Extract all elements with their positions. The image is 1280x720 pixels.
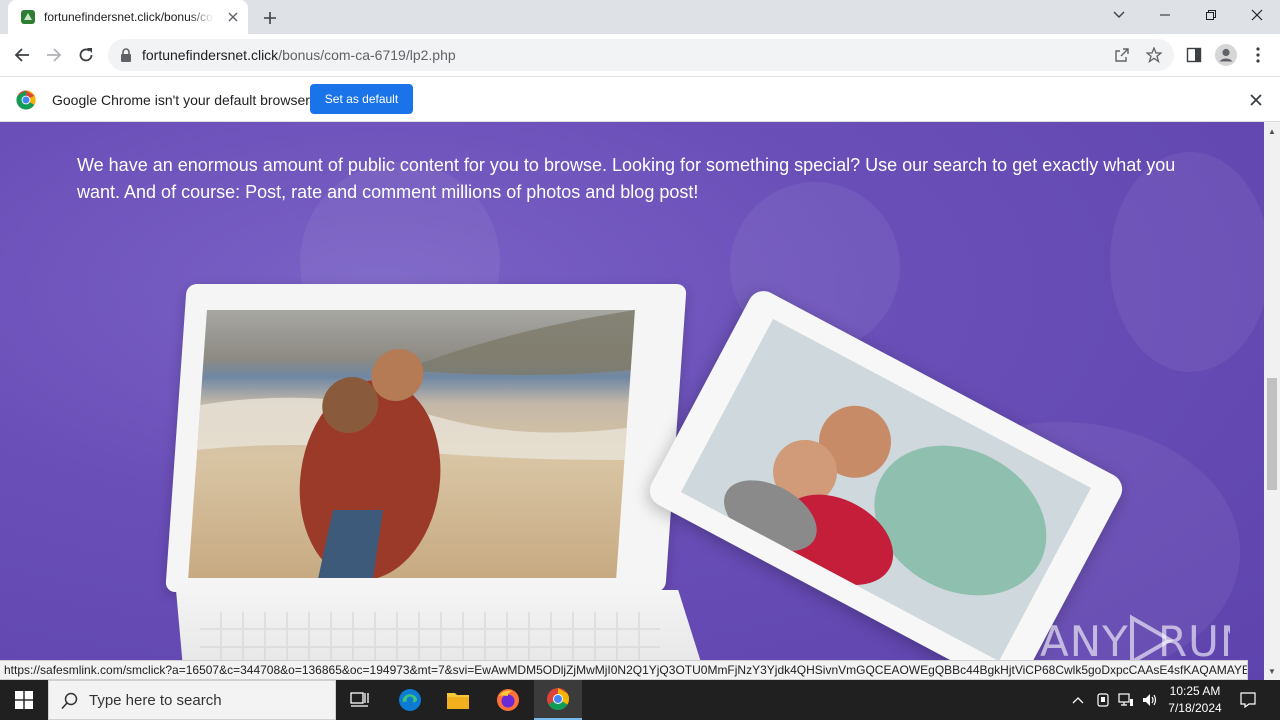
browser-tab[interactable]: fortunefindersnet.click/bonus/com-ca-671… xyxy=(8,0,248,34)
anyrun-watermark-logo: ANY RUN xyxy=(1040,614,1251,666)
notifications-icon[interactable] xyxy=(1238,690,1258,710)
laptop-screen xyxy=(165,284,687,592)
chrome-taskbar-icon[interactable] xyxy=(534,680,582,720)
svg-text:ANY: ANY xyxy=(1040,617,1129,666)
share-icon[interactable] xyxy=(1112,45,1132,65)
forward-button[interactable] xyxy=(40,41,68,69)
default-browser-infobar: Google Chrome isn't your default browser… xyxy=(0,76,1280,122)
svg-text:RUN: RUN xyxy=(1158,617,1230,666)
scroll-down-icon[interactable]: ▼ xyxy=(1264,664,1280,678)
chrome-menu-icon[interactable] xyxy=(1246,43,1270,67)
scrollbar-thumb[interactable] xyxy=(1267,378,1277,490)
url-path: /bonus/com-ca-6719/lp2.php xyxy=(278,47,456,63)
new-tab-button[interactable] xyxy=(258,6,282,30)
tab-title: fortunefindersnet.click/bonus/com-ca-671… xyxy=(44,10,214,24)
reload-button[interactable] xyxy=(72,41,100,69)
network-icon[interactable] xyxy=(1116,690,1136,710)
lock-icon[interactable] xyxy=(120,48,132,62)
windows-taskbar: Type here to search 10:25 AM 7/18/2024 xyxy=(0,680,1280,720)
close-window-button[interactable] xyxy=(1234,0,1280,30)
page-scrollbar[interactable]: ▲ ▼ xyxy=(1264,122,1280,680)
scroll-up-icon[interactable]: ▲ xyxy=(1264,124,1280,138)
browser-toolbar: fortunefindersnet.click/bonus/com-ca-671… xyxy=(0,34,1280,76)
beach-couple-photo xyxy=(188,310,635,578)
windows-logo-icon xyxy=(15,691,33,709)
bookmark-star-icon[interactable] xyxy=(1144,45,1164,65)
chrome-logo-icon xyxy=(16,90,36,110)
tab-strip: fortunefindersnet.click/bonus/com-ca-671… xyxy=(0,0,1280,34)
tab-search-icon[interactable] xyxy=(1096,0,1142,30)
clock-date: 7/18/2024 xyxy=(1168,701,1222,715)
clock-time: 10:25 AM xyxy=(1169,684,1221,698)
start-button[interactable] xyxy=(0,680,48,720)
show-hidden-icons-chevron-icon[interactable] xyxy=(1068,690,1088,710)
infobar-message: Google Chrome isn't your default browser xyxy=(52,92,310,108)
edge-browser-icon[interactable] xyxy=(386,680,434,720)
site-favicon-icon xyxy=(21,10,35,24)
taskbar-search-box[interactable]: Type here to search xyxy=(48,680,336,720)
set-as-default-button[interactable]: Set as default xyxy=(310,84,413,114)
smiling-couple-photo xyxy=(681,318,1091,662)
minimize-button[interactable] xyxy=(1142,0,1188,30)
infobar-close-icon[interactable] xyxy=(1246,90,1266,110)
system-clock[interactable]: 10:25 AM 7/18/2024 xyxy=(1160,683,1230,717)
profile-avatar-icon[interactable] xyxy=(1214,43,1238,67)
link-status-bubble: https://safesmlink.com/smclick?a=16507&c… xyxy=(0,660,1248,680)
landing-page-content: We have an enormous amount of public con… xyxy=(0,122,1264,680)
url-text[interactable]: fortunefindersnet.click/bonus/com-ca-671… xyxy=(142,47,456,63)
search-icon xyxy=(61,692,78,710)
task-view-icon[interactable] xyxy=(336,680,384,720)
intro-paragraph: We have an enormous amount of public con… xyxy=(77,155,1176,202)
firefox-icon[interactable] xyxy=(484,680,532,720)
tray-device-icon[interactable] xyxy=(1093,690,1113,710)
volume-icon[interactable] xyxy=(1140,690,1160,710)
file-explorer-icon[interactable] xyxy=(434,680,482,720)
side-panel-icon[interactable] xyxy=(1182,43,1206,67)
taskbar-search-placeholder: Type here to search xyxy=(89,692,222,709)
url-host: fortunefindersnet.click xyxy=(142,47,279,63)
restore-button[interactable] xyxy=(1188,0,1234,30)
back-button[interactable] xyxy=(8,41,36,69)
address-bar[interactable]: fortunefindersnet.click/bonus/com-ca-671… xyxy=(108,39,1174,71)
tab-close-icon[interactable] xyxy=(224,8,242,26)
